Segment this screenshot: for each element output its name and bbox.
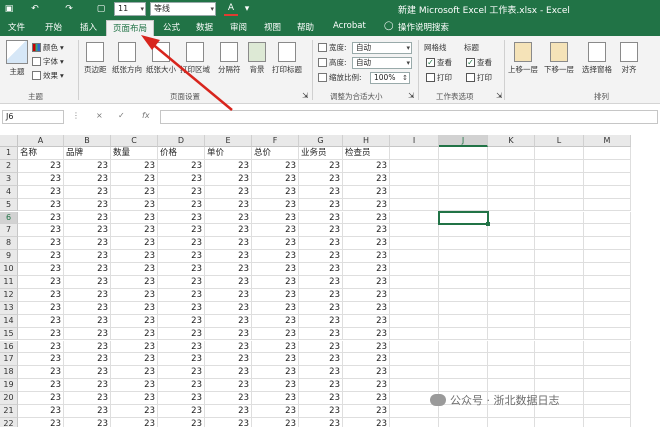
annotation-arrow bbox=[141, 35, 233, 111]
watermark: 公众号 · 浙北数据日志 bbox=[430, 392, 560, 408]
watermark-text: 公众号 · 浙北数据日志 bbox=[450, 394, 560, 407]
excel-window: ▣ ↶ ↷ ▢ 11 ▾ 等线 ▾ A ▾ 新建 Microsoft Excel 工… bbox=[0, 0, 660, 427]
wechat-icon bbox=[430, 394, 446, 406]
